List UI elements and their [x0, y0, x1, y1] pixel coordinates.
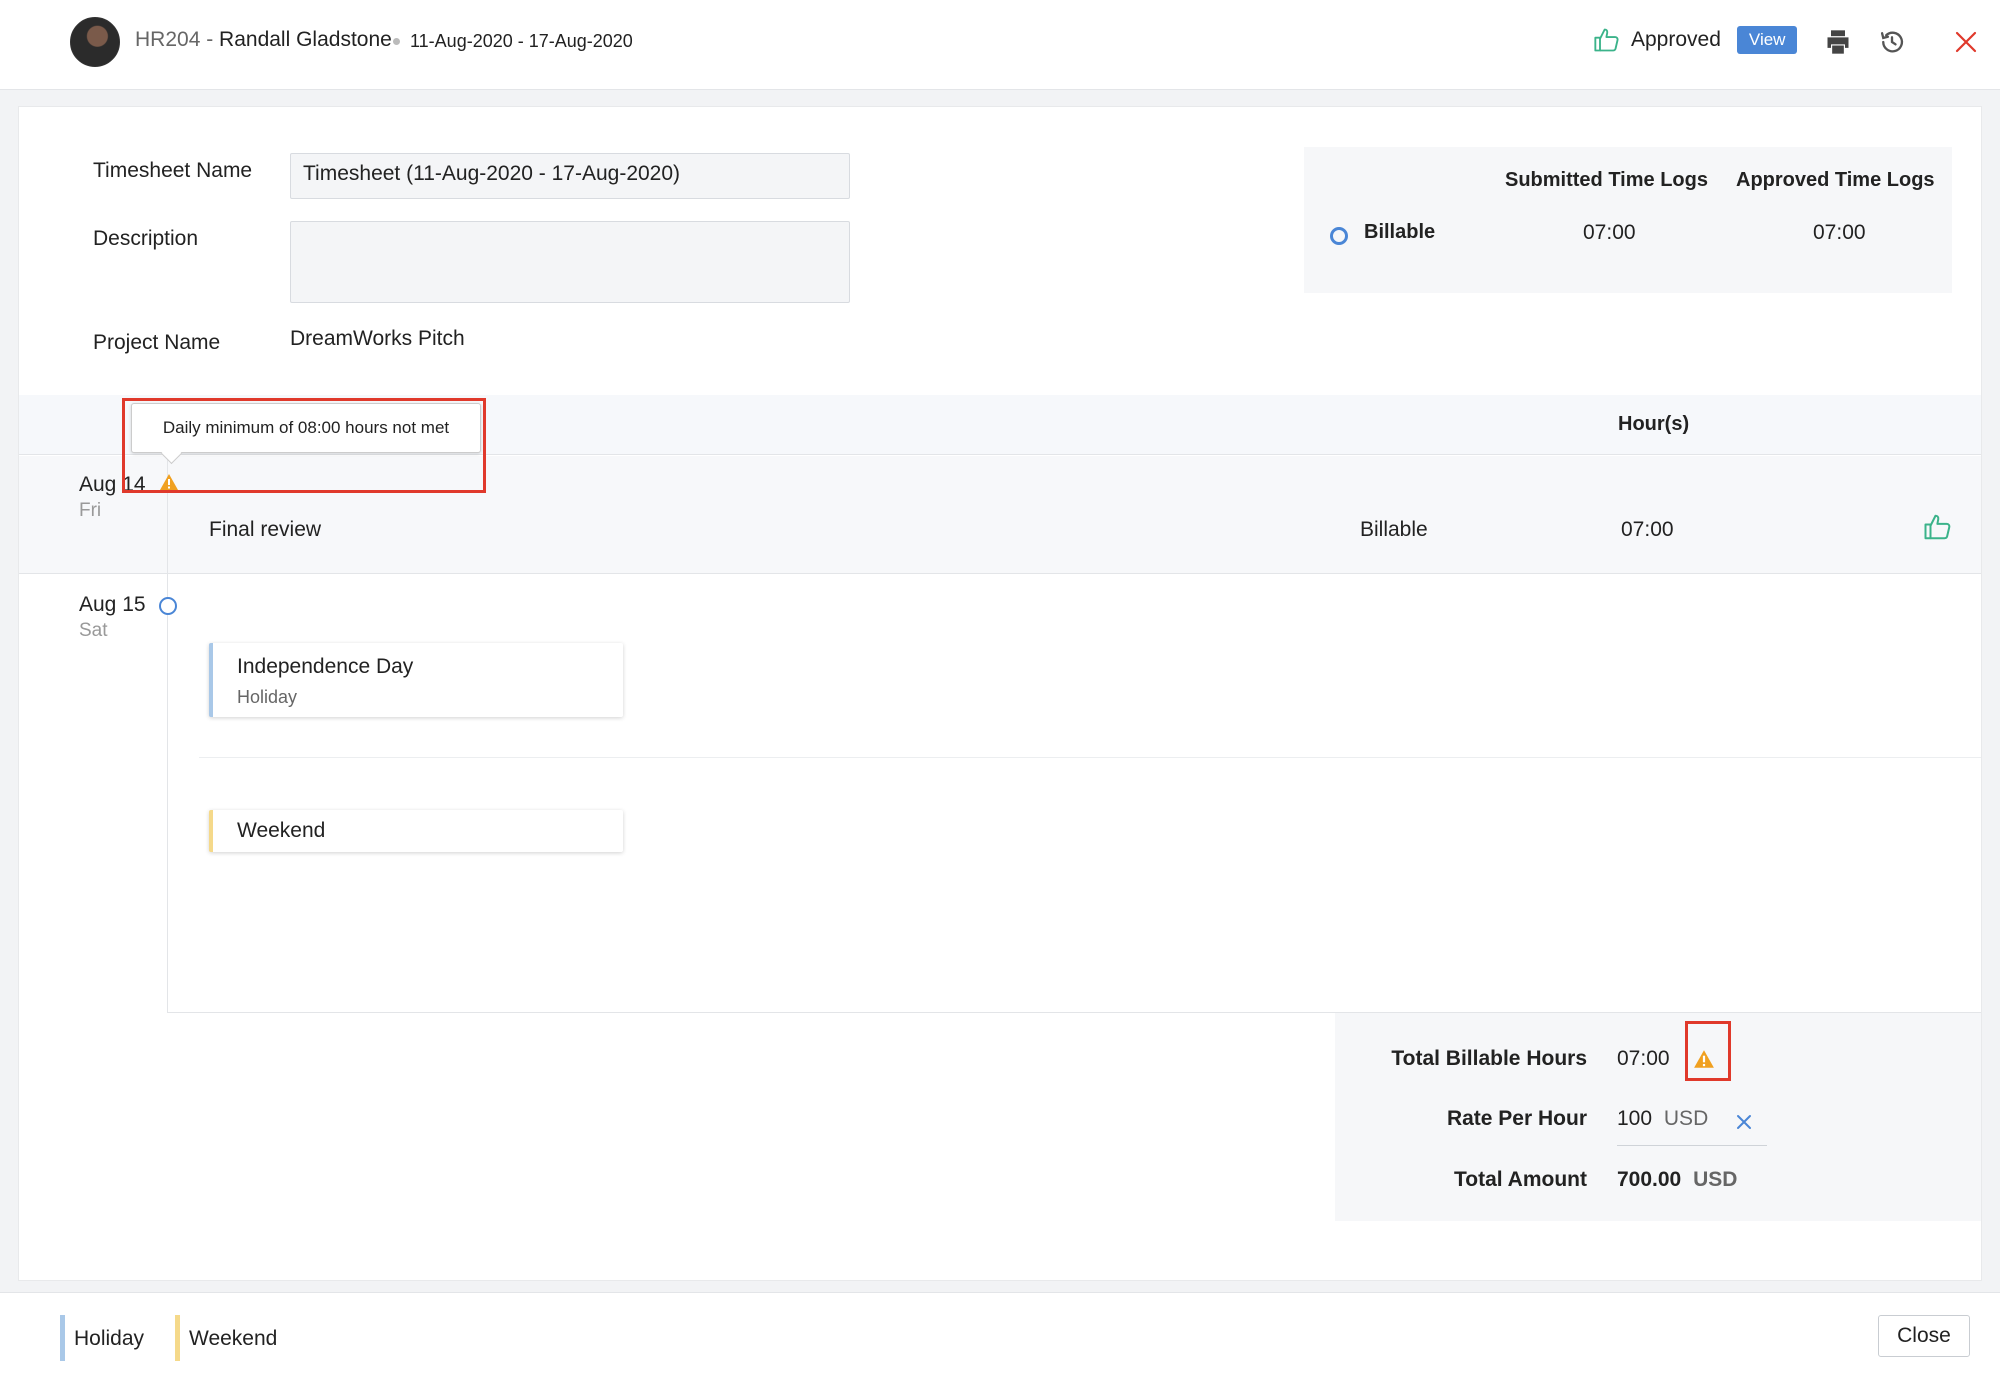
- highlight-box: [1685, 1021, 1731, 1081]
- billable-ring-icon: [1330, 227, 1348, 245]
- submitted-value: 07:00: [1583, 221, 1636, 244]
- history-icon: [1880, 31, 1904, 53]
- close-button[interactable]: Close: [1878, 1315, 1970, 1357]
- day-name: Sat: [79, 620, 108, 641]
- project-name-label: Project Name: [93, 331, 221, 354]
- weekend-legend-swatch: [175, 1315, 180, 1361]
- history-button[interactable]: [1876, 26, 1908, 58]
- separator-dot: [393, 38, 400, 45]
- rate-underline: [1617, 1145, 1767, 1146]
- timesheet-name-field[interactable]: Timesheet (11-Aug-2020 - 17-Aug-2020): [290, 153, 850, 199]
- print-button[interactable]: [1822, 26, 1854, 58]
- rate-value: 100: [1617, 1107, 1653, 1130]
- billing-type: Billable: [1360, 518, 1428, 541]
- employee-name: Randall Gladstone: [219, 28, 392, 51]
- time-log-summary: Submitted Time Logs Approved Time Logs B…: [1304, 147, 1952, 293]
- total-amount-label: Total Amount: [1454, 1168, 1587, 1191]
- view-button[interactable]: View: [1736, 26, 1798, 54]
- weekend-title: Weekend: [237, 819, 326, 842]
- amount-value: 700.00: [1617, 1168, 1682, 1191]
- description-field[interactable]: [290, 221, 850, 303]
- avatar: [70, 17, 120, 67]
- project-name-value: DreamWorks Pitch: [290, 327, 465, 350]
- rate-currency: USD: [1663, 1107, 1709, 1130]
- timesheet-range: 11-Aug-2020 - 17-Aug-2020: [410, 31, 633, 51]
- weekend-legend-label: Weekend: [189, 1327, 278, 1350]
- close-icon: [1955, 31, 1977, 53]
- close-dialog-button[interactable]: [1950, 26, 1982, 58]
- holiday-legend-swatch: [60, 1315, 65, 1361]
- timesheet-name-label: Timesheet Name: [93, 159, 253, 182]
- holiday-card: Independence Day Holiday: [209, 643, 623, 717]
- task-hours: 07:00: [1621, 518, 1674, 541]
- description-label: Description: [93, 227, 199, 250]
- status-label: Approved: [1631, 28, 1721, 51]
- approved-thumbs-up-icon: [1924, 514, 1951, 540]
- rate-per-hour-field[interactable]: 100 USD: [1617, 1107, 1708, 1131]
- footer-bar: Holiday Weekend Close: [0, 1292, 2000, 1386]
- clear-rate-icon[interactable]: [1736, 1114, 1752, 1130]
- day-ring-icon: [159, 597, 177, 615]
- holiday-subtitle: Holiday: [237, 687, 298, 707]
- approved-header: Approved Time Logs: [1736, 169, 1935, 191]
- holiday-title: Independence Day: [237, 655, 414, 678]
- task-name: Final review: [209, 518, 322, 541]
- total-amount-value: 700.00 USD: [1617, 1168, 1737, 1192]
- day-name: Fri: [79, 500, 102, 521]
- highlight-box: [122, 398, 486, 493]
- thumbs-up-icon: [1594, 28, 1619, 52]
- day-date: Aug 15: [79, 593, 146, 616]
- submitted-header: Submitted Time Logs: [1505, 169, 1708, 191]
- rate-per-hour-label: Rate Per Hour: [1446, 1107, 1587, 1130]
- hours-column-header: Hour(s): [1618, 413, 1690, 435]
- row-divider: [199, 757, 1981, 758]
- total-billable-label: Total Billable Hours: [1391, 1047, 1587, 1070]
- employee-title: HR204 - Randall Gladstone: [135, 28, 392, 52]
- timeline-line: [167, 456, 168, 1012]
- billable-label: Billable: [1364, 221, 1436, 243]
- holiday-legend-label: Holiday: [74, 1327, 145, 1350]
- totals-panel: Total Billable Hours 07:00 Rate Per Hour…: [1335, 1013, 1981, 1221]
- total-billable-value: 07:00: [1617, 1047, 1670, 1070]
- approval-status: Approved View: [1593, 26, 1798, 54]
- amount-currency: USD: [1693, 1168, 1738, 1191]
- timesheet-panel: Timesheet Name Timesheet (11-Aug-2020 - …: [18, 106, 1982, 1281]
- approved-value: 07:00: [1813, 221, 1866, 244]
- header-bar: HR204 - Randall Gladstone 11-Aug-2020 - …: [0, 0, 2000, 90]
- print-icon: [1827, 30, 1849, 54]
- weekend-card: Weekend: [209, 810, 623, 852]
- employee-id: HR204 -: [135, 28, 214, 51]
